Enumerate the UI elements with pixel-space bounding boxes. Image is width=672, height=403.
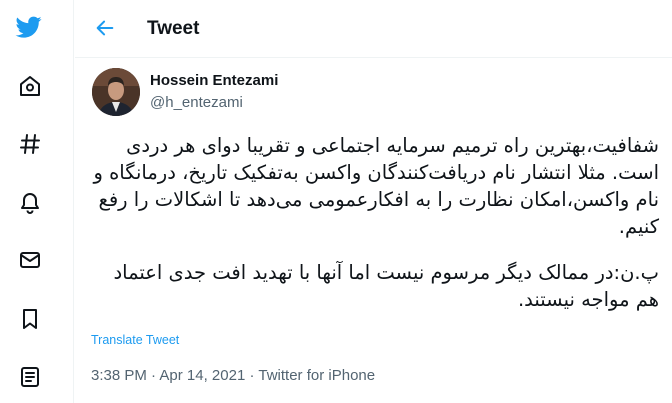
tweet-date[interactable]: Apr 14, 2021 xyxy=(159,367,245,384)
notifications-bell-icon[interactable] xyxy=(10,182,50,222)
messages-mail-icon[interactable] xyxy=(10,240,50,280)
author-name[interactable]: Hossein Entezami xyxy=(150,72,278,89)
tweet-time[interactable]: 3:38 PM xyxy=(91,367,147,384)
explore-hashtag-icon[interactable] xyxy=(10,124,50,164)
twitter-logo-icon[interactable] xyxy=(9,7,49,47)
tweet-header: Tweet xyxy=(75,0,672,58)
tweet-paragraph: شفافیت،بهترین راه ترمیم سرمایه اجتماعی و… xyxy=(93,134,659,238)
avatar[interactable] xyxy=(92,68,140,116)
back-arrow-icon[interactable] xyxy=(89,12,121,44)
lists-icon[interactable] xyxy=(10,357,50,397)
sidebar-nav xyxy=(0,0,74,403)
author-handle[interactable]: @h_entezami xyxy=(150,94,243,111)
tweet-metadata: 3:38 PM · Apr 14, 2021 · Twitter for iPh… xyxy=(91,367,375,384)
tweet-paragraph: پ.ن:در ممالک دیگر مرسوم نیست اما آنها با… xyxy=(113,261,659,311)
page-title: Tweet xyxy=(147,18,200,39)
translate-tweet-link[interactable]: Translate Tweet xyxy=(91,333,179,347)
tweet-text: شفافیت،بهترین راه ترمیم سرمایه اجتماعی و… xyxy=(91,132,659,313)
bookmarks-icon[interactable] xyxy=(10,299,50,339)
tweet-detail-column: Tweet Hossein Entezami @h_entezami شفافی… xyxy=(75,0,672,403)
tweet-source[interactable]: Twitter for iPhone xyxy=(258,367,375,384)
home-icon[interactable] xyxy=(10,66,50,106)
